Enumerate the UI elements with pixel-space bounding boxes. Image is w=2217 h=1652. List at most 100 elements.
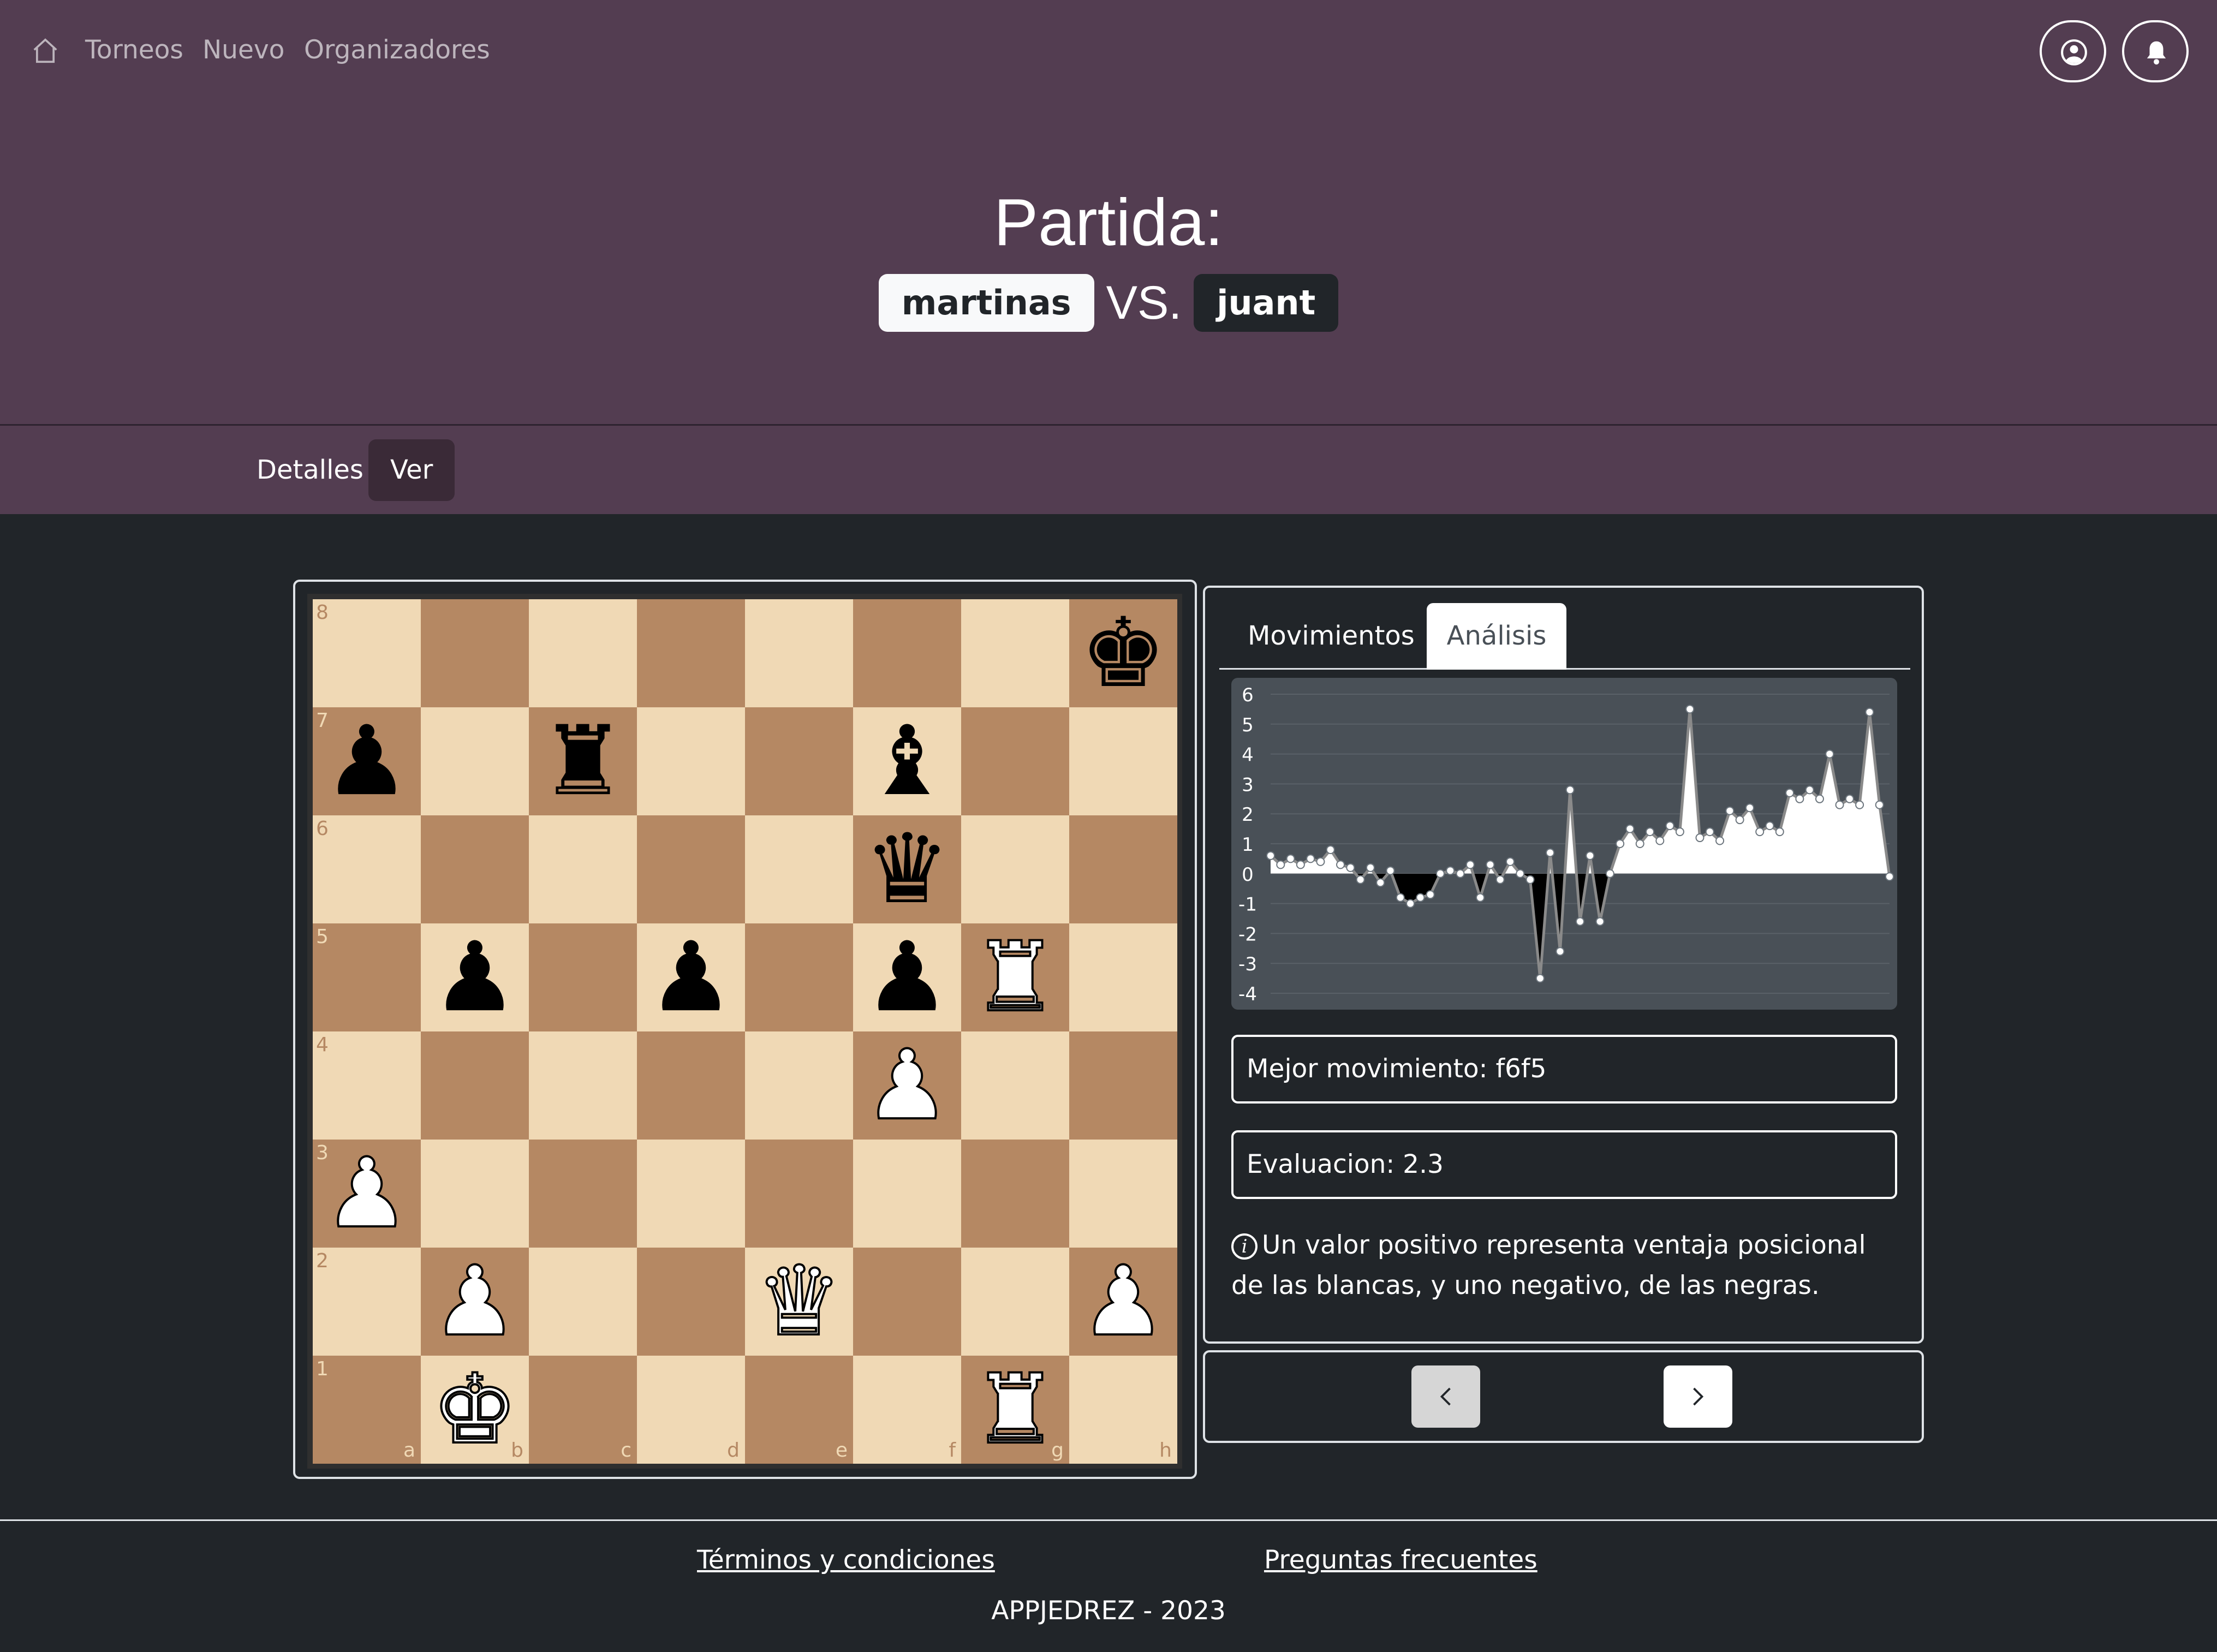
- square-b7[interactable]: [421, 707, 529, 815]
- square-b1[interactable]: b ♚: [421, 1356, 529, 1464]
- players-row: martinas VS. juant: [0, 274, 2217, 332]
- square-f2[interactable]: [853, 1248, 961, 1356]
- square-g8[interactable]: [961, 599, 1069, 707]
- square-e8[interactable]: [745, 599, 853, 707]
- square-c6[interactable]: [529, 815, 637, 923]
- nav-link-torneos[interactable]: Torneos: [85, 34, 183, 67]
- square-f4[interactable]: ♟: [853, 1031, 961, 1140]
- white-pawn-icon[interactable]: ♟: [421, 1248, 529, 1356]
- square-g5[interactable]: ♜: [961, 923, 1069, 1031]
- square-b3[interactable]: [421, 1140, 529, 1248]
- black-pawn-icon[interactable]: ♟: [637, 923, 745, 1031]
- square-f8[interactable]: [853, 599, 961, 707]
- white-pawn-icon[interactable]: ♟: [853, 1031, 961, 1140]
- black-pawn-icon[interactable]: ♟: [421, 923, 529, 1031]
- data-point: [1406, 899, 1415, 908]
- white-queen-icon[interactable]: ♛: [745, 1248, 853, 1356]
- square-h5[interactable]: [1069, 923, 1177, 1031]
- square-g2[interactable]: [961, 1248, 1069, 1356]
- square-c4[interactable]: [529, 1031, 637, 1140]
- data-point: [1376, 878, 1385, 887]
- square-h8[interactable]: ♚: [1069, 599, 1177, 707]
- square-f5[interactable]: ♟: [853, 923, 961, 1031]
- square-c1[interactable]: c: [529, 1356, 637, 1464]
- nav-link-organizadores[interactable]: Organizadores: [304, 34, 490, 67]
- square-a8[interactable]: 8: [313, 599, 421, 707]
- user-button[interactable]: [2040, 20, 2106, 82]
- square-a6[interactable]: 6: [313, 815, 421, 923]
- square-g7[interactable]: [961, 707, 1069, 815]
- square-g6[interactable]: [961, 815, 1069, 923]
- home-icon[interactable]: [31, 36, 60, 65]
- square-d6[interactable]: [637, 815, 745, 923]
- square-e3[interactable]: [745, 1140, 853, 1248]
- tab-detalles[interactable]: Detalles: [235, 439, 385, 501]
- black-bishop-icon[interactable]: ♝: [853, 707, 961, 815]
- square-a1[interactable]: 1a: [313, 1356, 421, 1464]
- square-h1[interactable]: h: [1069, 1356, 1177, 1464]
- square-d5[interactable]: ♟: [637, 923, 745, 1031]
- square-f3[interactable]: [853, 1140, 961, 1248]
- black-king-icon[interactable]: ♚: [1069, 599, 1177, 707]
- tab-movimientos[interactable]: Movimientos: [1219, 603, 1443, 669]
- square-a3[interactable]: 3 ♟: [313, 1140, 421, 1248]
- square-d2[interactable]: [637, 1248, 745, 1356]
- white-pawn-icon[interactable]: ♟: [1069, 1248, 1177, 1356]
- square-d3[interactable]: [637, 1140, 745, 1248]
- square-d4[interactable]: [637, 1031, 745, 1140]
- square-c5[interactable]: [529, 923, 637, 1031]
- square-a4[interactable]: 4: [313, 1031, 421, 1140]
- square-a2[interactable]: 2: [313, 1248, 421, 1356]
- square-d7[interactable]: [637, 707, 745, 815]
- square-b2[interactable]: ♟: [421, 1248, 529, 1356]
- square-b5[interactable]: ♟: [421, 923, 529, 1031]
- chessboard[interactable]: 8 ♚ 7 ♟ ♜ ♝ 6 ♛ 5 ♟ ♟ ♟ ♜ 4 ♟ 3 ♟ 2 ♟ ♛ ♟ 1 a b ♚ c d e f g ♜ h: [313, 599, 1177, 1464]
- white-rook-icon[interactable]: ♜: [961, 1356, 1069, 1464]
- square-d1[interactable]: d: [637, 1356, 745, 1464]
- square-c7[interactable]: ♜: [529, 707, 637, 815]
- square-h6[interactable]: [1069, 815, 1177, 923]
- black-pawn-icon[interactable]: ♟: [313, 707, 421, 815]
- square-f6[interactable]: ♛: [853, 815, 961, 923]
- square-e2[interactable]: ♛: [745, 1248, 853, 1356]
- square-h4[interactable]: [1069, 1031, 1177, 1140]
- square-e1[interactable]: e: [745, 1356, 853, 1464]
- square-g3[interactable]: [961, 1140, 1069, 1248]
- square-h7[interactable]: [1069, 707, 1177, 815]
- square-e6[interactable]: [745, 815, 853, 923]
- square-e4[interactable]: [745, 1031, 853, 1140]
- previous-move-button[interactable]: [1411, 1365, 1480, 1428]
- black-pawn-icon[interactable]: ♟: [853, 923, 961, 1031]
- square-b8[interactable]: [421, 599, 529, 707]
- square-b6[interactable]: [421, 815, 529, 923]
- square-f1[interactable]: f: [853, 1356, 961, 1464]
- nav-link-nuevo[interactable]: Nuevo: [202, 34, 284, 67]
- tab-analisis[interactable]: Análisis: [1427, 603, 1566, 670]
- faq-link[interactable]: Preguntas frecuentes: [1264, 1544, 1537, 1577]
- file-label: h: [1159, 1439, 1172, 1462]
- square-b4[interactable]: [421, 1031, 529, 1140]
- y-tick-label: 6: [1242, 684, 1254, 706]
- square-h3[interactable]: [1069, 1140, 1177, 1248]
- square-e7[interactable]: [745, 707, 853, 815]
- square-a7[interactable]: 7 ♟: [313, 707, 421, 815]
- next-move-button[interactable]: [1664, 1365, 1732, 1428]
- white-pawn-icon[interactable]: ♟: [313, 1140, 421, 1248]
- square-g4[interactable]: [961, 1031, 1069, 1140]
- black-queen-icon[interactable]: ♛: [853, 815, 961, 923]
- terms-link[interactable]: Términos y condiciones: [697, 1544, 995, 1577]
- square-c2[interactable]: [529, 1248, 637, 1356]
- white-rook-icon[interactable]: ♜: [961, 923, 1069, 1031]
- square-c3[interactable]: [529, 1140, 637, 1248]
- square-c8[interactable]: [529, 599, 637, 707]
- square-f7[interactable]: ♝: [853, 707, 961, 815]
- square-a5[interactable]: 5: [313, 923, 421, 1031]
- black-rook-icon[interactable]: ♜: [529, 707, 637, 815]
- square-g1[interactable]: g ♜: [961, 1356, 1069, 1464]
- notifications-button[interactable]: [2122, 20, 2189, 82]
- square-h2[interactable]: ♟: [1069, 1248, 1177, 1356]
- square-e5[interactable]: [745, 923, 853, 1031]
- square-d8[interactable]: [637, 599, 745, 707]
- tab-ver[interactable]: Ver: [368, 439, 455, 501]
- white-king-icon[interactable]: ♚: [421, 1356, 529, 1464]
